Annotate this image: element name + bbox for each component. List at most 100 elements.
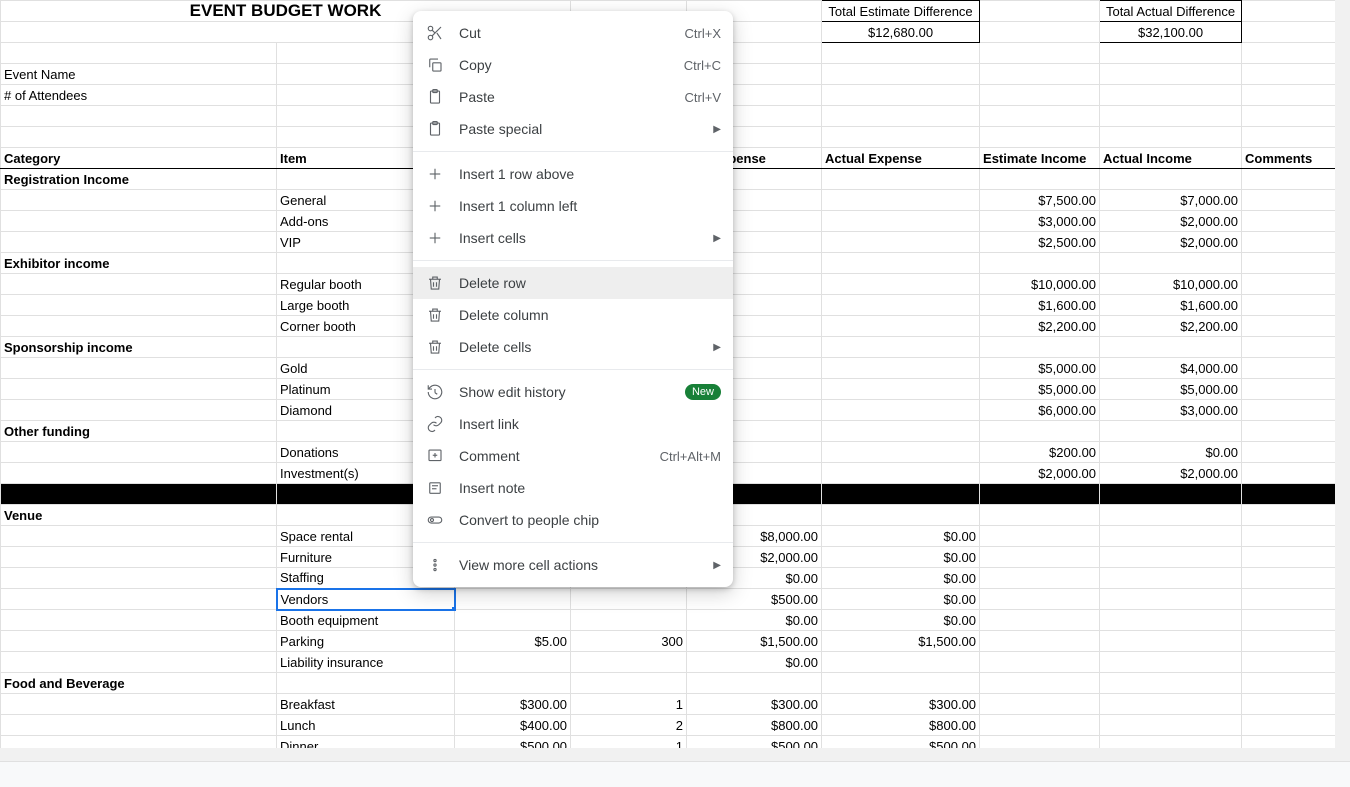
cell[interactable] [822, 169, 980, 190]
cell[interactable] [1, 463, 277, 484]
category-label[interactable]: Exhibitor income [1, 253, 277, 274]
cell[interactable] [822, 484, 980, 505]
est-income-value[interactable] [980, 652, 1100, 673]
act-expense-value[interactable] [822, 232, 980, 253]
item-cell[interactable]: Booth equipment [277, 610, 455, 631]
cell[interactable] [1, 400, 277, 421]
header-act-expense[interactable]: Actual Expense [822, 148, 980, 169]
cell[interactable] [822, 85, 980, 106]
est-income-value[interactable] [980, 631, 1100, 652]
horizontal-scrollbar[interactable] [0, 748, 1335, 761]
cell[interactable] [1242, 694, 1350, 715]
act-expense-value[interactable] [822, 358, 980, 379]
est-expense-value[interactable]: $0.00 [687, 652, 822, 673]
cell[interactable] [571, 589, 687, 610]
menu-delete-row[interactable]: Delete row [413, 267, 733, 299]
cell[interactable] [571, 673, 687, 694]
cell[interactable] [1, 694, 277, 715]
cell[interactable] [1100, 421, 1242, 442]
cell[interactable] [1242, 1, 1350, 22]
selected-cell[interactable]: Vendors [277, 589, 455, 610]
cell[interactable] [1242, 568, 1350, 589]
cell[interactable] [455, 610, 571, 631]
header-category[interactable]: Category [1, 148, 277, 169]
cell[interactable] [687, 673, 822, 694]
cell[interactable] [1, 715, 277, 736]
cell[interactable]: 300 [571, 631, 687, 652]
cell[interactable] [455, 589, 571, 610]
menu-paste[interactable]: Paste Ctrl+V [413, 81, 733, 113]
cell[interactable] [980, 1, 1100, 22]
cell[interactable] [822, 253, 980, 274]
cell[interactable] [822, 106, 980, 127]
cell[interactable] [980, 64, 1100, 85]
act-income-value[interactable]: $2,000.00 [1100, 232, 1242, 253]
cell[interactable] [1242, 337, 1350, 358]
cell[interactable] [1242, 127, 1350, 148]
est-income-value[interactable] [980, 589, 1100, 610]
cell[interactable] [1100, 484, 1242, 505]
est-expense-value[interactable]: $1,500.00 [687, 631, 822, 652]
cell[interactable] [1242, 715, 1350, 736]
est-income-value[interactable] [980, 610, 1100, 631]
cell[interactable] [1, 316, 277, 337]
cell[interactable] [1242, 673, 1350, 694]
est-income-value[interactable]: $2,500.00 [980, 232, 1100, 253]
est-expense-value[interactable]: $0.00 [687, 610, 822, 631]
cell[interactable] [1100, 106, 1242, 127]
est-expense-value[interactable]: $300.00 [687, 694, 822, 715]
act-income-value[interactable] [1100, 547, 1242, 568]
category-label[interactable]: Food and Beverage [1, 673, 277, 694]
cell[interactable] [1242, 631, 1350, 652]
cell[interactable] [980, 505, 1100, 526]
act-expense-value[interactable] [822, 316, 980, 337]
menu-cut[interactable]: Cut Ctrl+X [413, 17, 733, 49]
act-expense-value[interactable] [822, 652, 980, 673]
cell[interactable] [1242, 295, 1350, 316]
attendees-label[interactable]: # of Attendees [1, 85, 277, 106]
category-label[interactable]: Sponsorship income [1, 337, 277, 358]
cell[interactable] [1, 589, 277, 610]
cell[interactable] [1242, 274, 1350, 295]
est-income-value[interactable]: $5,000.00 [980, 358, 1100, 379]
act-expense-value[interactable]: $0.00 [822, 568, 980, 589]
total-est-diff-label[interactable]: Total Estimate Difference [822, 1, 980, 22]
cell[interactable] [1242, 190, 1350, 211]
est-income-value[interactable]: $3,000.00 [980, 211, 1100, 232]
act-income-value[interactable] [1100, 610, 1242, 631]
cell[interactable] [822, 127, 980, 148]
est-income-value[interactable] [980, 526, 1100, 547]
menu-comment[interactable]: Comment Ctrl+Alt+M [413, 440, 733, 472]
act-expense-value[interactable] [822, 463, 980, 484]
act-income-value[interactable]: $1,600.00 [1100, 295, 1242, 316]
cell[interactable] [980, 253, 1100, 274]
act-expense-value[interactable]: $800.00 [822, 715, 980, 736]
cell[interactable] [1, 232, 277, 253]
act-income-value[interactable]: $7,000.00 [1100, 190, 1242, 211]
act-expense-value[interactable] [822, 400, 980, 421]
cell[interactable] [1242, 169, 1350, 190]
cell[interactable] [1242, 43, 1350, 64]
menu-copy[interactable]: Copy Ctrl+C [413, 49, 733, 81]
est-income-value[interactable]: $10,000.00 [980, 274, 1100, 295]
cell[interactable] [1, 484, 277, 505]
cell[interactable] [1, 106, 277, 127]
cell[interactable] [1242, 484, 1350, 505]
cell[interactable] [1242, 400, 1350, 421]
cell[interactable] [1, 295, 277, 316]
act-income-value[interactable] [1100, 589, 1242, 610]
act-expense-value[interactable]: $1,500.00 [822, 631, 980, 652]
cell[interactable] [1, 274, 277, 295]
cell[interactable]: $400.00 [455, 715, 571, 736]
act-income-value[interactable]: $10,000.00 [1100, 274, 1242, 295]
cell[interactable] [980, 127, 1100, 148]
cell[interactable] [1, 631, 277, 652]
menu-delete-col[interactable]: Delete column [413, 299, 733, 331]
cell[interactable] [1242, 85, 1350, 106]
cell[interactable] [277, 673, 455, 694]
category-label[interactable]: Other funding [1, 421, 277, 442]
cell[interactable] [980, 337, 1100, 358]
cell[interactable] [1, 442, 277, 463]
cell[interactable] [1242, 22, 1350, 43]
cell[interactable] [1100, 337, 1242, 358]
